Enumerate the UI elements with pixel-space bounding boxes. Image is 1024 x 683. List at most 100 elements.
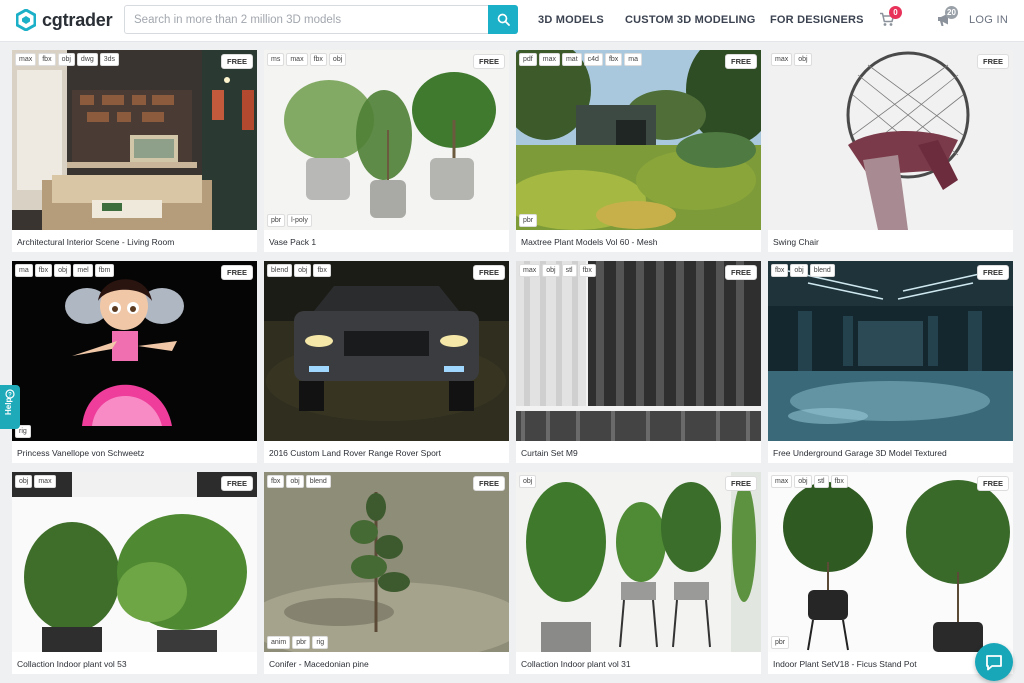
vase-plants-render-image xyxy=(264,50,509,230)
search-input[interactable] xyxy=(124,5,488,34)
format-tag: fbx xyxy=(34,264,53,277)
product-title[interactable]: Free Underground Garage 3D Model Texture… xyxy=(773,448,947,458)
free-badge: FREE xyxy=(724,476,757,491)
chat-button[interactable] xyxy=(975,643,1013,681)
product-card[interactable]: ms max fbx obj FREE pbr l-poly Vase Pack… xyxy=(264,50,509,252)
product-card[interactable]: blend obj fbx FREE 2016 Custom Land Rove… xyxy=(264,261,509,463)
format-tag: max xyxy=(771,475,793,488)
product-thumbnail[interactable]: max obj stl fbx FREE pbr xyxy=(768,472,1013,652)
format-tag: obj xyxy=(519,475,537,488)
format-tag: blend xyxy=(809,264,835,277)
product-title[interactable]: Maxtree Plant Models Vol 60 - Mesh xyxy=(521,237,658,247)
product-title[interactable]: Collaction Indoor plant vol 31 xyxy=(521,659,631,669)
format-tag: obj xyxy=(794,475,812,488)
logo-text: cgtrader xyxy=(42,9,113,30)
format-tag: obj xyxy=(286,475,304,488)
product-card[interactable]: fbx obj blend FREE Free Underground Gara… xyxy=(768,261,1013,463)
product-title[interactable]: Vase Pack 1 xyxy=(269,237,316,247)
indoor-plants-render-image xyxy=(12,472,257,652)
product-thumbnail[interactable]: pdf max mat c4d fbx ma FREE pbr xyxy=(516,50,761,230)
feature-tag: rig xyxy=(312,636,329,649)
product-thumbnail[interactable]: fbx obj blend FREE xyxy=(768,261,1013,441)
cart-button[interactable]: 0 xyxy=(879,6,902,32)
product-card[interactable]: ma fbx obj mel fbm FREE rig Princess Van… xyxy=(12,261,257,463)
living-room-render-image xyxy=(12,50,257,230)
search-icon xyxy=(497,13,510,26)
notifications-button[interactable]: 20 xyxy=(936,6,958,32)
format-tag: fbx xyxy=(267,475,285,488)
free-badge: FREE xyxy=(724,54,757,69)
product-grid: max fbx obj dwg 3ds FREE Architectural I… xyxy=(12,50,1013,674)
format-tag: obj xyxy=(794,53,812,66)
product-title[interactable]: Princess Vanellope von Schweetz xyxy=(17,448,144,458)
format-tags: max obj xyxy=(771,53,812,66)
feature-tags: pbr xyxy=(519,214,538,227)
product-title[interactable]: Architectural Interior Scene - Living Ro… xyxy=(17,237,174,247)
free-badge: FREE xyxy=(976,54,1009,69)
product-title[interactable]: Collaction Indoor plant vol 53 xyxy=(17,659,127,669)
format-tag: obj xyxy=(542,264,560,277)
format-tags: pdf max mat c4d fbx ma xyxy=(519,53,643,66)
cgtrader-logo[interactable]: cgtrader xyxy=(16,9,113,31)
free-badge: FREE xyxy=(724,265,757,280)
nav-for-designers[interactable]: FOR DESIGNERS xyxy=(770,14,864,26)
product-thumbnail[interactable]: obj max FREE xyxy=(12,472,257,652)
product-card[interactable]: pdf max mat c4d fbx ma FREE pbr Maxtree … xyxy=(516,50,761,252)
format-tag: obj xyxy=(328,53,347,66)
feature-tags: anim pbr rig xyxy=(267,636,329,649)
product-title[interactable]: Curtain Set M9 xyxy=(521,448,578,458)
nav-3d-models[interactable]: 3D MODELS xyxy=(538,14,604,26)
top-navigation-bar: cgtrader 3D MODELS CUSTOM 3D MODELING FO… xyxy=(0,0,1024,42)
product-thumbnail[interactable]: max obj stl fbx FREE xyxy=(516,261,761,441)
free-badge: FREE xyxy=(976,476,1009,491)
format-tag: fbx xyxy=(313,264,331,277)
product-thumbnail[interactable]: max obj FREE xyxy=(768,50,1013,230)
swing-chair-render-image xyxy=(768,50,1013,230)
product-card[interactable]: obj FREE Collaction Indoor plant vol 31 xyxy=(516,472,761,674)
product-thumbnail[interactable]: fbx obj blend FREE anim pbr rig xyxy=(264,472,509,652)
product-card[interactable]: max obj FREE Swing Chair xyxy=(768,50,1013,252)
format-tags: max obj stl fbx xyxy=(519,264,596,277)
product-card[interactable]: fbx obj blend FREE anim pbr rig Conifer … xyxy=(264,472,509,674)
product-card[interactable]: obj max FREE Collaction Indoor plant vol… xyxy=(12,472,257,674)
format-tag: fbx xyxy=(38,53,56,66)
search-button[interactable] xyxy=(488,5,518,34)
format-tags: ms max fbx obj xyxy=(267,53,347,66)
help-tab[interactable]: ? Help xyxy=(0,385,20,429)
product-title[interactable]: Indoor Plant SetV18 - Ficus Stand Pot xyxy=(773,659,917,669)
format-tag: stl xyxy=(561,264,577,277)
nav-custom-3d-modeling[interactable]: CUSTOM 3D MODELING xyxy=(625,14,756,26)
product-title[interactable]: 2016 Custom Land Rover Range Rover Sport xyxy=(269,448,441,458)
product-card[interactable]: max obj stl fbx FREE pbr Indoor Plant Se… xyxy=(768,472,1013,674)
product-thumbnail[interactable]: max fbx obj dwg 3ds FREE xyxy=(12,50,257,230)
format-tag: fbx xyxy=(578,264,596,277)
product-thumbnail[interactable]: blend obj fbx FREE xyxy=(264,261,509,441)
feature-tag: anim xyxy=(267,636,291,649)
format-tags: fbx obj blend xyxy=(771,264,835,277)
format-tag: blend xyxy=(267,264,293,277)
format-tag: mel xyxy=(73,264,93,277)
chat-bubble-icon xyxy=(986,654,1002,670)
product-title[interactable]: Swing Chair xyxy=(773,237,819,247)
format-tag: max xyxy=(519,264,541,277)
feature-tags: pbr xyxy=(771,636,790,649)
product-card[interactable]: max obj stl fbx FREE Curtain Set M9 xyxy=(516,261,761,463)
format-tags: max obj stl fbx xyxy=(771,475,848,488)
product-title[interactable]: Conifer - Macedonian pine xyxy=(269,659,369,669)
format-tag: obj xyxy=(15,475,33,488)
format-tag: fbm xyxy=(94,264,115,277)
product-card[interactable]: max fbx obj dwg 3ds FREE Architectural I… xyxy=(12,50,257,252)
format-tag: ms xyxy=(267,53,285,66)
product-thumbnail[interactable]: ms max fbx obj FREE pbr l-poly xyxy=(264,50,509,230)
product-thumbnail[interactable]: obj FREE xyxy=(516,472,761,652)
format-tag: fbx xyxy=(830,475,848,488)
free-badge: FREE xyxy=(220,54,253,69)
format-tag: obj xyxy=(54,264,72,277)
login-link[interactable]: LOG IN xyxy=(969,14,1008,26)
ficus-stand-pot-render-image xyxy=(768,472,1013,652)
underground-garage-render-image xyxy=(768,261,1013,441)
help-label: Help xyxy=(4,397,13,415)
product-thumbnail[interactable]: ma fbx obj mel fbm FREE rig xyxy=(12,261,257,441)
curtain-set-render-image xyxy=(516,261,761,441)
free-badge: FREE xyxy=(472,54,505,69)
